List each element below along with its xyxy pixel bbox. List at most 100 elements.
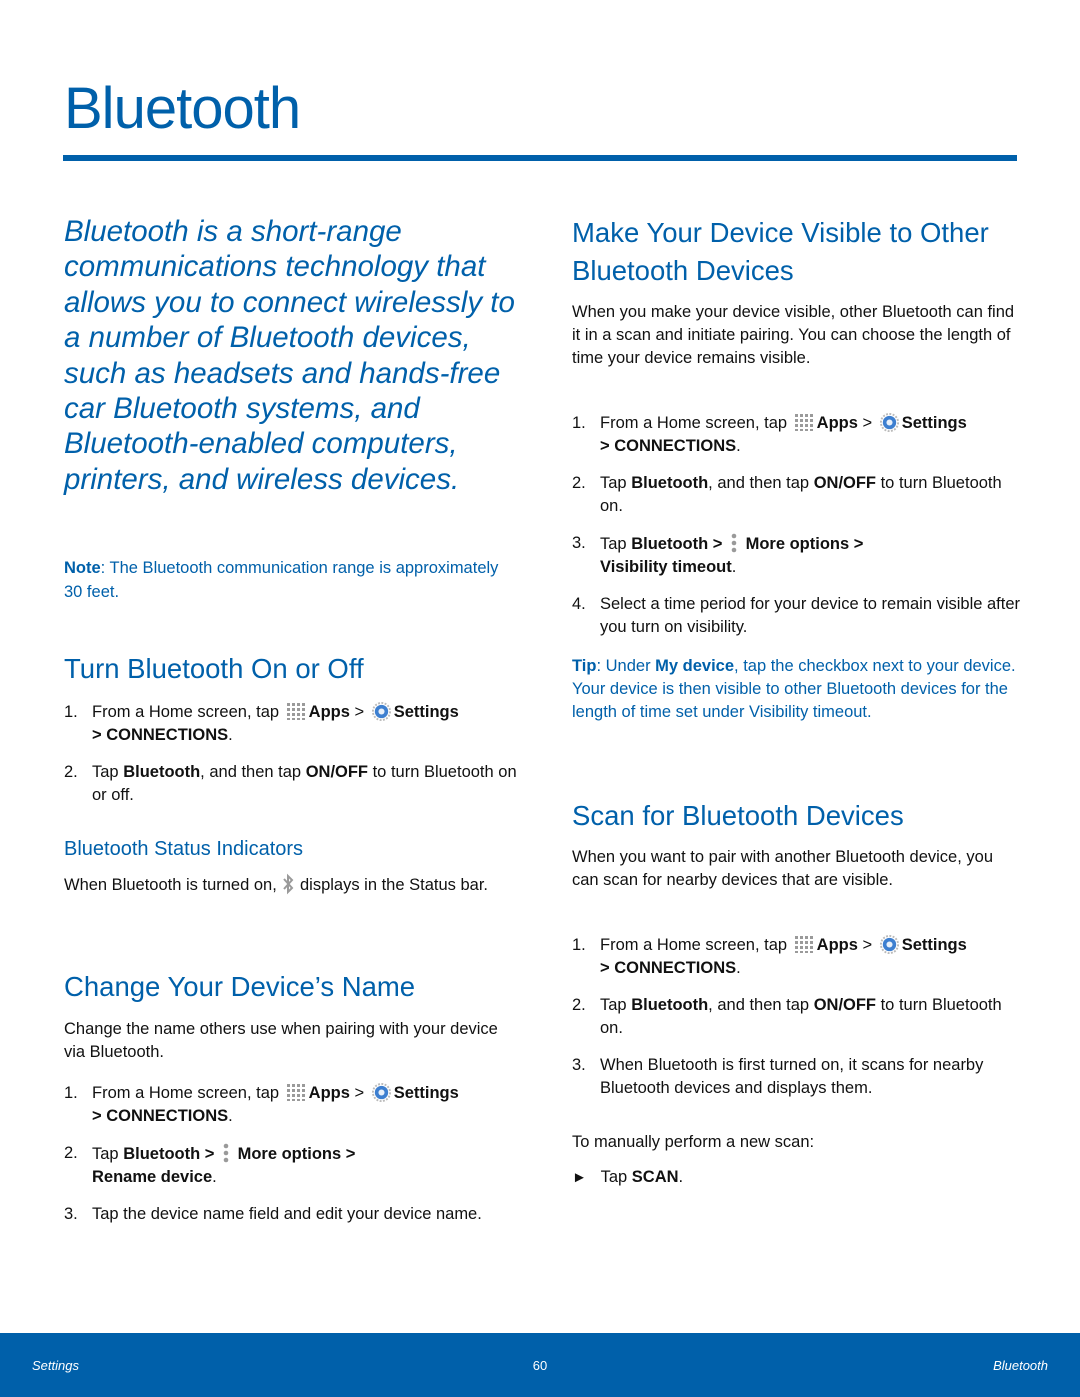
step-number: 2. [572, 996, 586, 1014]
footer-page-number: 60 [532, 1358, 548, 1373]
settings-gear-icon [371, 1082, 391, 1103]
steps-scan: 1. From a Home screen, tap Apps > Settin… [572, 934, 1022, 1114]
step-text: Tap the device name field and edit your … [92, 1205, 482, 1223]
apps-label: Apps [816, 936, 858, 954]
step-text: When Bluetooth is first turned on, it sc… [600, 1056, 984, 1098]
step-end: . [228, 726, 233, 745]
step-number: 2. [572, 474, 586, 492]
step-text: , and then tap [708, 996, 814, 1014]
separator: > [857, 936, 877, 954]
connections-label: > CONNECTIONS [600, 959, 737, 978]
step-text: Tap [600, 474, 632, 492]
settings-gear-icon [879, 412, 899, 433]
step-text: Tap [600, 535, 632, 553]
status-indicator-text: When Bluetooth is turned on, displays in… [64, 873, 514, 897]
page-title: Bluetooth [64, 76, 301, 141]
step-number: 3. [572, 534, 586, 552]
settings-label: Settings [393, 1084, 459, 1102]
bluetooth-icon [283, 873, 294, 895]
steps-turn-on-off: 1. From a Home screen, tap Apps > Settin… [64, 701, 519, 821]
step-number: 1. [64, 703, 78, 721]
scan-bullet: ► Tap SCAN. [572, 1166, 1022, 1189]
bold-text: ON/OFF [813, 474, 877, 492]
step-item: 1. From a Home screen, tap Apps > Settin… [572, 934, 1022, 980]
step-number: 2. [64, 763, 78, 781]
step-number: 1. [572, 936, 586, 954]
step-item: 1. From a Home screen, tap Apps > Settin… [64, 701, 519, 747]
step-end: . [731, 558, 737, 577]
bold-text: ON/OFF [813, 996, 877, 1014]
bold-text: Bluetooth [123, 763, 201, 781]
step-text: Tap [92, 1145, 124, 1163]
step-end: . [228, 1107, 233, 1126]
step-end: . [736, 437, 741, 456]
scan-intro: When you want to pair with another Bluet… [572, 848, 993, 890]
step-text: , and then tap [708, 474, 814, 492]
step-text: From a Home screen, tap [92, 1084, 284, 1102]
separator: > [349, 703, 369, 721]
step-item: 1. From a Home screen, tap Apps > Settin… [572, 412, 1022, 458]
step-number: 3. [64, 1205, 78, 1223]
step-text: From a Home screen, tap [92, 703, 284, 721]
settings-label: Settings [901, 414, 967, 432]
bullet-arrow-icon: ► [572, 1169, 587, 1186]
bold-text: SCAN [631, 1168, 679, 1186]
change-name-intro: Change the name others use when pairing … [64, 1020, 498, 1062]
step-item: 3. Tap Bluetooth > More options > Visibil… [572, 532, 1022, 579]
settings-gear-icon [371, 701, 391, 722]
para-text: displays in the Status bar. [295, 876, 489, 894]
bold-text: More options > [237, 1145, 356, 1163]
steps-make-visible: 1. From a Home screen, tap Apps > Settin… [572, 412, 1022, 653]
bold-text: ON/OFF [305, 763, 369, 781]
bullet-end: . [678, 1168, 684, 1186]
apps-label: Apps [308, 1084, 350, 1102]
step-end: . [212, 1168, 217, 1187]
step-item: 3. Tap the device name field and edit yo… [64, 1203, 519, 1226]
step-item: 4. Select a time period for your device … [572, 593, 1022, 639]
settings-gear-icon [879, 934, 899, 955]
heading-status-indicators: Bluetooth Status Indicators [64, 838, 304, 860]
manual-scan-text: To manually perform a new scan: [572, 1133, 815, 1151]
bold-text: Visibility timeout [600, 558, 732, 577]
step-text: From a Home screen, tap [600, 414, 792, 432]
apps-grid-icon [794, 936, 813, 953]
tip-text: : Under [596, 657, 656, 675]
separator: > [349, 1084, 369, 1102]
connections-label: > CONNECTIONS [600, 437, 737, 456]
note: Note: The Bluetooth communication range … [64, 556, 504, 604]
bullet-text: Tap [600, 1168, 632, 1186]
para-text: When Bluetooth is turned on, [64, 876, 282, 894]
steps-change-name: 1. From a Home screen, tap Apps > Settin… [64, 1082, 519, 1240]
step-item: 2. Tap Bluetooth, and then tap ON/OFF to… [572, 472, 1022, 518]
heading-scan-bluetooth-devices: Scan for Bluetooth Devices [572, 800, 904, 831]
tip: Tip: Under My device, tap the checkbox n… [572, 655, 1022, 725]
apps-label: Apps [308, 703, 350, 721]
step-number: 1. [64, 1084, 78, 1102]
note-text: : The Bluetooth communication range is a… [64, 559, 499, 601]
bold-text: More options > [745, 535, 864, 553]
tip-label: Tip [572, 657, 597, 675]
apps-label: Apps [816, 414, 858, 432]
bold-text: Bluetooth [631, 996, 709, 1014]
bold-text: Rename device [92, 1168, 213, 1187]
step-text: , and then tap [200, 763, 306, 781]
apps-grid-icon [286, 1084, 305, 1101]
step-text: Select a time period for your device to … [600, 595, 1021, 637]
heading-change-device-name: Change Your Device’s Name [64, 971, 416, 1002]
heading-turn-bluetooth-on-off: Turn Bluetooth On or Off [64, 653, 364, 684]
settings-label: Settings [393, 703, 459, 721]
step-item: 3. When Bluetooth is first turned on, it… [572, 1054, 1022, 1100]
step-item: 2. Tap Bluetooth, and then tap ON/OFF to… [64, 761, 519, 807]
more-options-icon [731, 533, 737, 553]
connections-label: > CONNECTIONS [92, 1107, 229, 1126]
step-number: 1. [572, 414, 586, 432]
step-item: 2. Tap Bluetooth, and then tap ON/OFF to… [572, 994, 1022, 1040]
intro-text: Bluetooth is a short-range communication… [64, 215, 515, 496]
step-number: 3. [572, 1056, 586, 1074]
apps-grid-icon [794, 414, 813, 431]
step-text: Tap [600, 996, 632, 1014]
step-item: 2. Tap Bluetooth > More options > Rename … [64, 1142, 519, 1189]
step-item: 1. From a Home screen, tap Apps > Settin… [64, 1082, 519, 1128]
step-text: Tap [92, 763, 124, 781]
separator: > [857, 414, 877, 432]
